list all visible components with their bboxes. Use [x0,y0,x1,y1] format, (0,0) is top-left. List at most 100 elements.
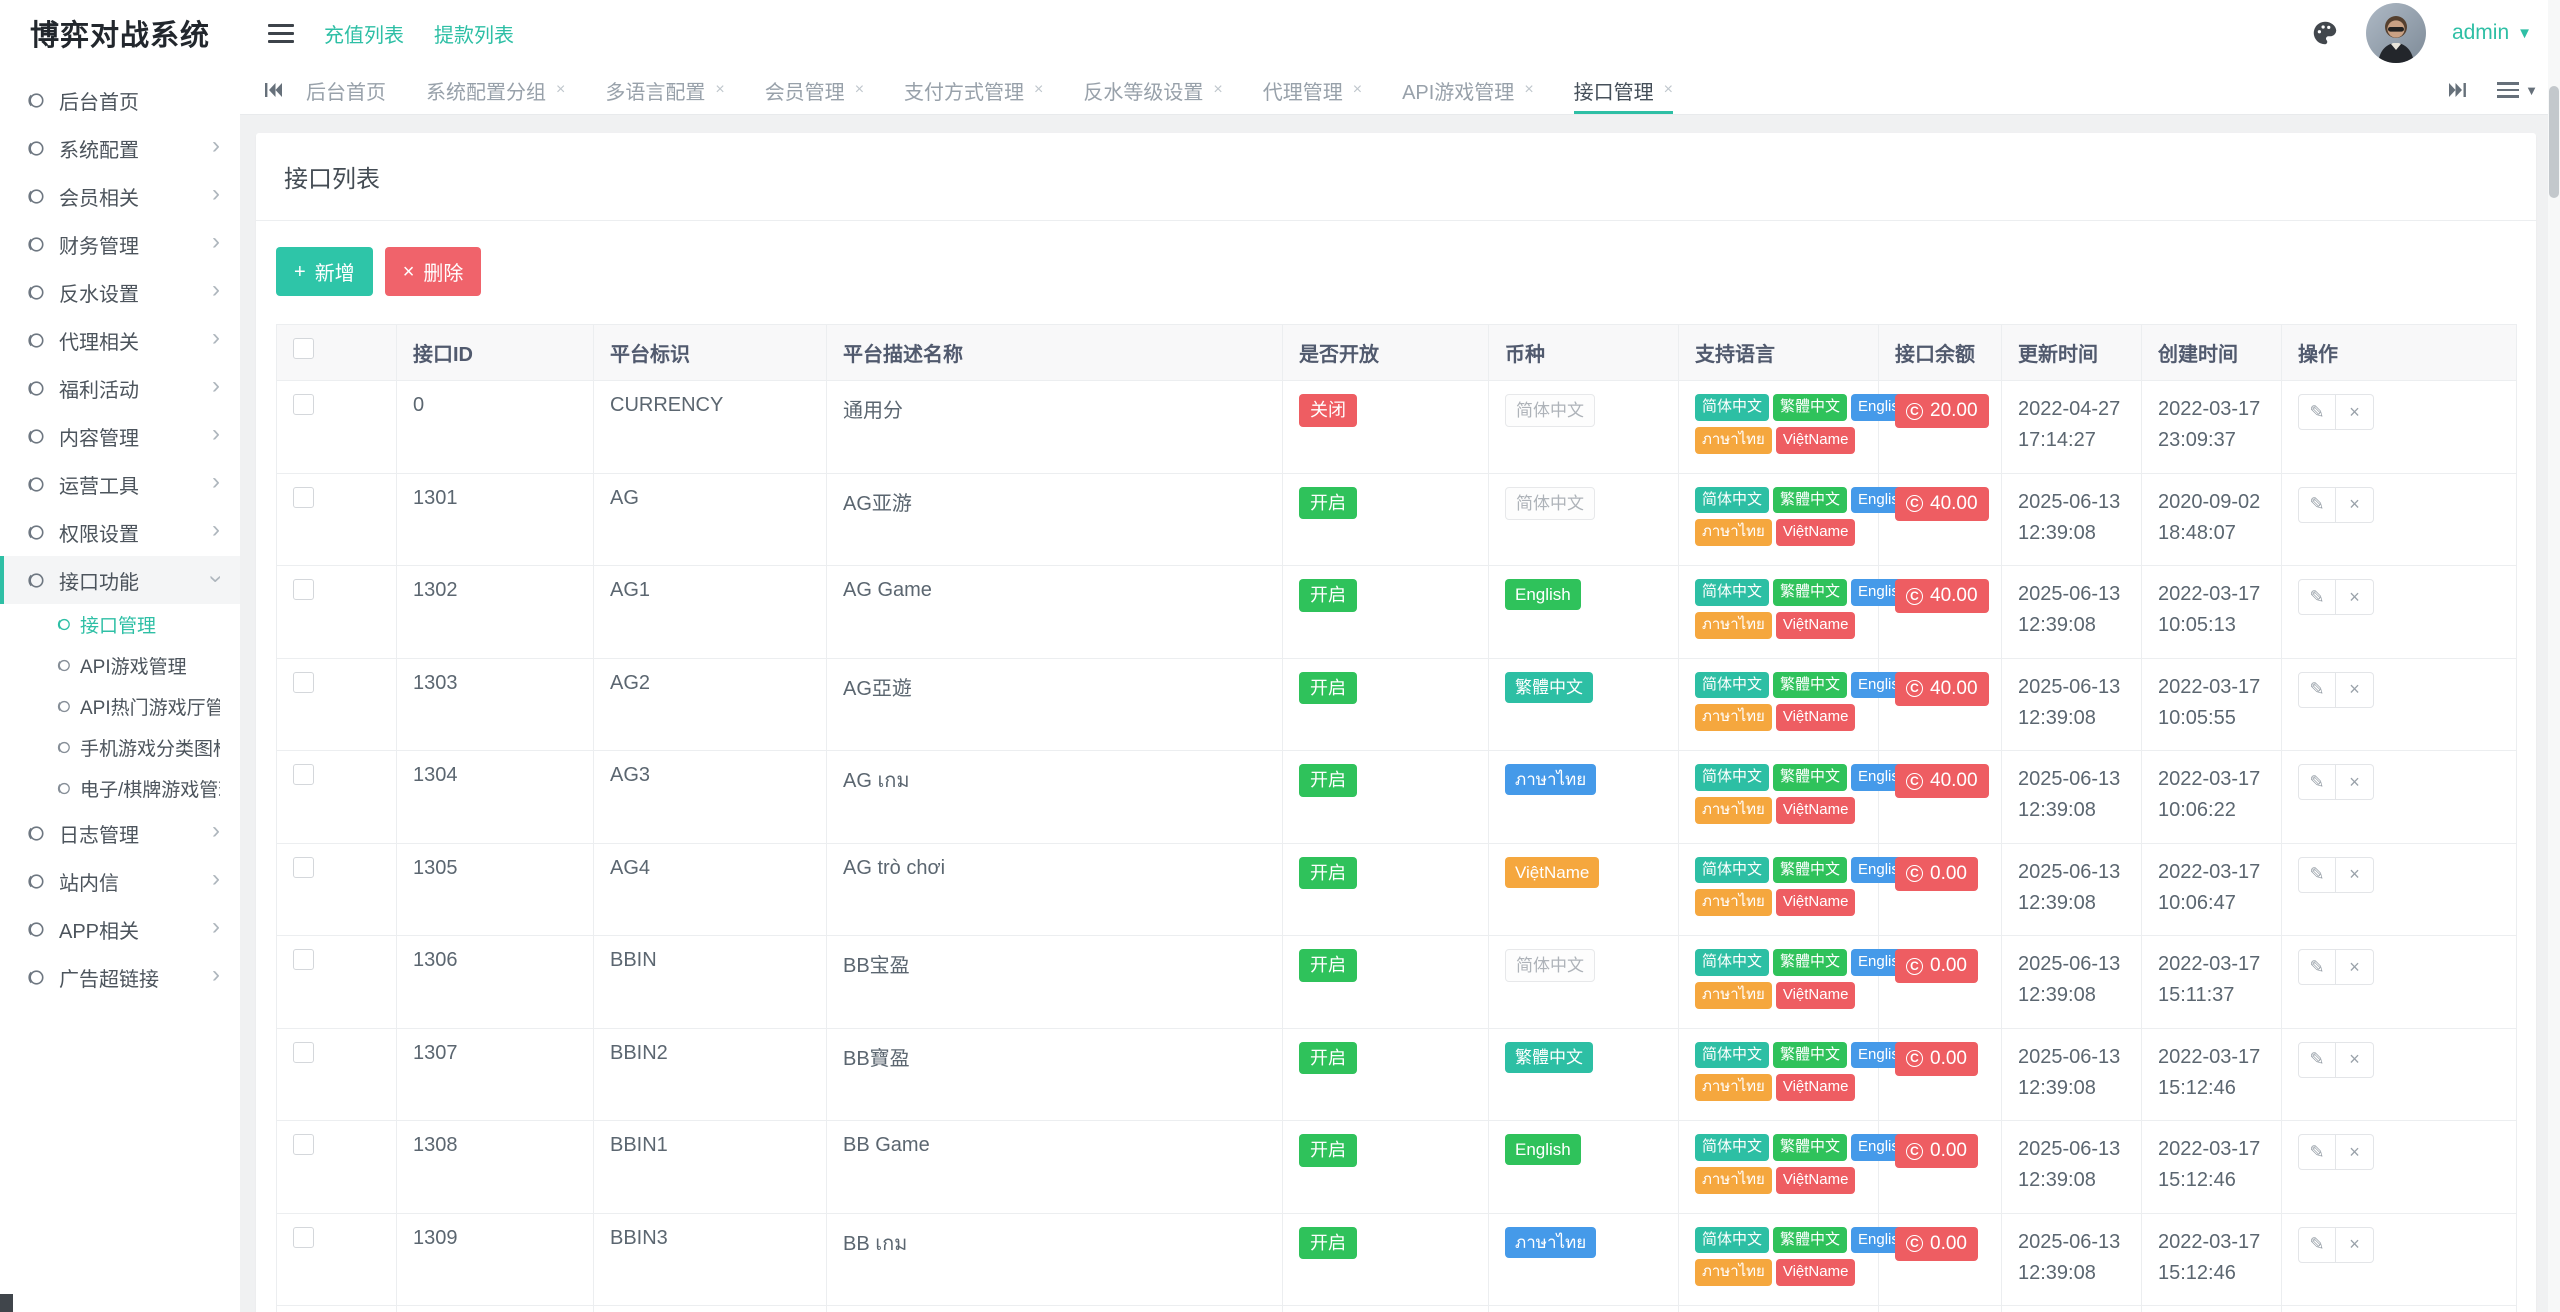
cell-created: 2022-03-17 15:12:46 [2142,1213,2282,1306]
edit-row-button[interactable]: ✎ [2298,1227,2336,1263]
delete-row-button[interactable]: × [2336,672,2374,708]
sidebar-item-label: APP相关 [59,915,212,944]
edit-row-button[interactable]: ✎ [2298,764,2336,800]
tabs-scroll-start-icon[interactable] [262,66,306,114]
tabs-menu-button[interactable]: ▼ [2497,82,2538,98]
row-checkbox[interactable] [293,949,314,970]
pencil-icon: ✎ [2309,1234,2324,1255]
tab-close-icon[interactable]: × [855,81,864,99]
delete-row-button[interactable]: × [2336,487,2374,523]
row-checkbox[interactable] [293,487,314,508]
tab[interactable]: 系统配置分组 × [426,66,565,114]
tab-close-icon[interactable]: × [1213,81,1222,99]
row-checkbox[interactable] [293,764,314,785]
close-icon: × [403,262,415,282]
sidebar-item[interactable]: APP相关 › [0,905,240,953]
sidebar-item[interactable]: 反水设置 › [0,268,240,316]
delete-row-button[interactable]: × [2336,579,2374,615]
tab[interactable]: 反水等级设置 × [1083,66,1222,114]
cell-platform-code: CURRENCY [594,381,827,474]
tab-close-icon[interactable]: × [1353,81,1362,99]
delete-row-button[interactable]: × [2336,1134,2374,1170]
status-badge: 开启 [1299,1042,1357,1075]
chevron-down-icon: ▼ [2517,25,2532,42]
edit-row-button[interactable]: ✎ [2298,1134,2336,1170]
sidebar-item[interactable]: 接口管理 › [0,604,240,645]
page-scrollbar-thumb[interactable] [2549,86,2559,198]
withdraw-list-link[interactable]: 提款列表 [434,19,514,48]
sidebar-item[interactable]: 福利活动 › [0,364,240,412]
sidebar-item[interactable]: 代理相关 › [0,316,240,364]
delete-row-button[interactable]: × [2336,949,2374,985]
tab-close-icon[interactable]: × [1034,81,1043,99]
sidebar-item[interactable]: 手机游戏分类图标 › [0,727,240,768]
tab[interactable]: API游戏管理 × [1402,66,1534,114]
chevron-right-icon: › [212,182,220,206]
sidebar-item[interactable]: 财务管理 › [0,220,240,268]
pencil-icon: ✎ [2309,402,2324,423]
pencil-icon: ✎ [2309,864,2324,885]
hamburger-menu-icon[interactable] [268,24,294,43]
tab[interactable]: 接口管理 × [1574,66,1673,114]
cell-platform-code: AG2 [594,658,827,751]
tab-close-icon[interactable]: × [1664,81,1673,99]
sidebar-item[interactable]: 站内信 › [0,857,240,905]
sidebar-item[interactable]: API热门游戏厅管理 › [0,686,240,727]
row-checkbox[interactable] [293,394,314,415]
balance-value: 40.00 [1930,678,1978,700]
chevron-right-icon: › [212,326,220,350]
sidebar-item[interactable]: 运营工具 › [0,460,240,508]
row-checkbox[interactable] [293,857,314,878]
edit-row-button[interactable]: ✎ [2298,672,2336,708]
tab[interactable]: 后台首页 × [306,66,386,114]
add-button[interactable]: + 新增 [276,247,373,296]
edit-row-button[interactable]: ✎ [2298,579,2336,615]
currency-badge: English [1505,1134,1581,1165]
delete-row-button[interactable]: × [2336,1227,2374,1263]
tab-close-icon[interactable]: × [1524,81,1533,99]
row-checkbox[interactable] [293,1227,314,1248]
row-checkbox[interactable] [293,579,314,600]
recharge-list-link[interactable]: 充值列表 [324,19,404,48]
tabs-scroll-end-icon[interactable] [2447,79,2469,101]
row-checkbox[interactable] [293,1134,314,1155]
tab[interactable]: 支付方式管理 × [904,66,1043,114]
tab[interactable]: 代理管理 × [1263,66,1362,114]
sidebar-item[interactable]: 接口功能 › [0,556,240,604]
user-avatar[interactable] [2366,3,2426,63]
edit-row-button[interactable]: ✎ [2298,487,2336,523]
edit-row-button[interactable]: ✎ [2298,949,2336,985]
theme-palette-icon[interactable] [2310,18,2340,48]
admin-dropdown[interactable]: admin ▼ [2452,21,2532,45]
sidebar-item[interactable]: 电子/棋牌游戏管理 › [0,768,240,809]
edit-row-button[interactable]: ✎ [2298,857,2336,893]
sidebar-item[interactable]: 内容管理 › [0,412,240,460]
tab[interactable]: 会员管理 × [765,66,864,114]
row-checkbox[interactable] [293,672,314,693]
sidebar-item[interactable]: 后台首页 › [0,76,240,124]
delete-row-button[interactable]: × [2336,764,2374,800]
balance-badge: C 0.00 [1895,1134,1978,1168]
edit-row-button[interactable]: ✎ [2298,1042,2336,1078]
delete-row-button[interactable]: × [2336,394,2374,430]
balance-value: 20.00 [1930,400,1978,422]
delete-button[interactable]: × 删除 [385,247,482,296]
edit-row-button[interactable]: ✎ [2298,394,2336,430]
cell-languages: 简体中文繁體中文English ภาษาไทยViệtName [1679,1213,1879,1306]
tab[interactable]: 多语言配置 × [605,66,724,114]
tab-close-icon[interactable]: × [556,81,565,99]
chevron-right-icon: › [212,374,220,398]
sidebar-item[interactable]: 广告超链接 › [0,953,240,1001]
row-checkbox[interactable] [293,1042,314,1063]
tab-close-icon[interactable]: × [715,81,724,99]
sidebar-item[interactable]: API游戏管理 › [0,645,240,686]
language-badge: ViệtName [1776,519,1856,546]
cell-created: 2022-03-17 10:06:22 [2142,751,2282,844]
delete-row-button[interactable]: × [2336,857,2374,893]
sidebar-item[interactable]: 日志管理 › [0,809,240,857]
sidebar-item[interactable]: 会员相关 › [0,172,240,220]
sidebar-item[interactable]: 权限设置 › [0,508,240,556]
delete-row-button[interactable]: × [2336,1042,2374,1078]
select-all-checkbox[interactable] [293,338,314,359]
sidebar-item[interactable]: 系统配置 › [0,124,240,172]
